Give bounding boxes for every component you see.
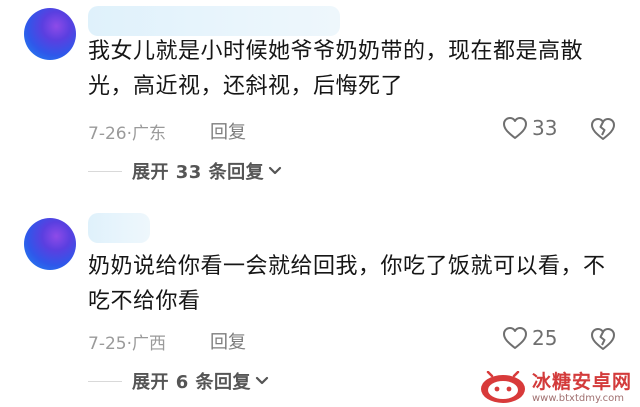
dislike-button[interactable] bbox=[590, 327, 616, 355]
comment-date: 7-25 bbox=[88, 334, 127, 354]
avatar[interactable] bbox=[24, 218, 76, 270]
comment-meta: 7-26·广东 bbox=[88, 119, 166, 144]
chevron-down-icon bbox=[268, 166, 282, 175]
dislike-button[interactable] bbox=[590, 117, 616, 145]
comment-text: 我女儿就是小时候她爷爷奶奶带的，现在都是高散 光，高近视，还斜视，后悔死了 bbox=[88, 34, 618, 104]
like-button[interactable]: 25 bbox=[502, 326, 557, 350]
avatar[interactable] bbox=[24, 8, 76, 60]
expand-replies-label: 展开 6 条回复 bbox=[132, 372, 252, 393]
comment-meta: 7-25·广西 bbox=[88, 329, 166, 354]
reply-button[interactable]: 回复 bbox=[210, 328, 246, 354]
heart-icon bbox=[503, 117, 527, 139]
username-redacted[interactable] bbox=[88, 213, 150, 243]
like-button[interactable]: 33 bbox=[502, 116, 557, 140]
watermark-title: 冰糖安卓网 bbox=[531, 370, 632, 393]
divider-line bbox=[88, 170, 122, 172]
divider-line bbox=[88, 380, 122, 382]
username-redacted[interactable] bbox=[88, 6, 340, 36]
comment-date: 7-26 bbox=[88, 124, 127, 144]
watermark-url: www.btxtdmy.com bbox=[531, 392, 625, 404]
comment-location: 广西 bbox=[132, 334, 166, 354]
watermark-texts: 冰糖安卓网 www.btxtdmy.com bbox=[531, 370, 632, 405]
heart-icon bbox=[503, 327, 527, 349]
comment-text-line: 吃不给你看 bbox=[88, 289, 201, 314]
expand-replies-label: 展开 33 条回复 bbox=[132, 162, 265, 183]
comment-item: 我女儿就是小时候她爷爷奶奶带的，现在都是高散 光，高近视，还斜视，后悔死了 7-… bbox=[0, 0, 640, 200]
broken-heart-icon bbox=[591, 118, 615, 140]
expand-replies-button[interactable]: 展开 6 条回复 bbox=[88, 368, 269, 394]
like-count: 33 bbox=[532, 116, 558, 140]
reply-button[interactable]: 回复 bbox=[210, 118, 246, 144]
comment-location: 广东 bbox=[132, 124, 166, 144]
site-watermark: 冰糖安卓网 www.btxtdmy.com bbox=[478, 371, 632, 405]
chevron-down-icon bbox=[255, 376, 269, 385]
expand-replies-button[interactable]: 展开 33 条回复 bbox=[88, 158, 282, 184]
android-logo-icon bbox=[480, 371, 525, 403]
comment-text-line: 光，高近视，还斜视，后悔死了 bbox=[88, 74, 404, 99]
like-count: 25 bbox=[532, 326, 558, 350]
comment-text: 奶奶说给你看一会就给回我，你吃了饭就可以看，不 吃不给你看 bbox=[88, 249, 618, 319]
comment-text-line: 奶奶说给你看一会就给回我，你吃了饭就可以看，不 bbox=[88, 254, 606, 279]
broken-heart-icon bbox=[591, 328, 615, 350]
comment-text-line: 我女儿就是小时候她爷爷奶奶带的，现在都是高散 bbox=[88, 39, 584, 64]
